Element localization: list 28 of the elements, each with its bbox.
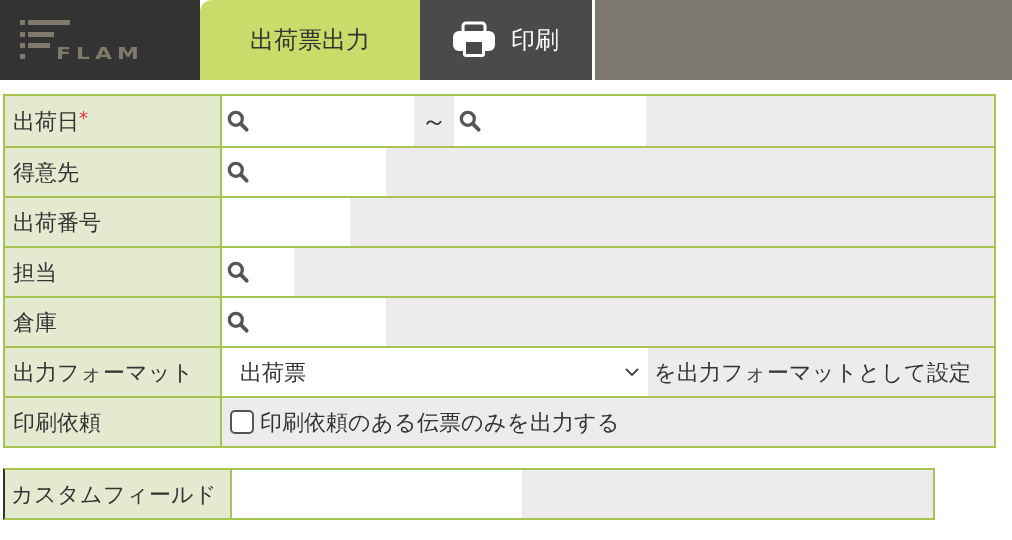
tab[interactable]: 出荷票出力 [200, 0, 420, 80]
field-label: 倉庫 [5, 298, 222, 346]
search-field[interactable] [222, 148, 386, 196]
search-icon [457, 108, 483, 134]
search-icon [225, 159, 251, 185]
format-select[interactable]: 出荷票 [222, 348, 648, 396]
search-field[interactable] [222, 96, 414, 146]
checkbox[interactable] [230, 410, 254, 434]
search-field[interactable] [222, 198, 350, 246]
field-label: 出力フォーマット [5, 348, 222, 396]
printer-icon [453, 21, 495, 59]
search-field[interactable] [222, 248, 294, 296]
format-suffix-text: を出力フォーマットとして設定 [654, 358, 971, 387]
logo-text: FLAM [56, 45, 144, 62]
search-field[interactable] [222, 298, 386, 346]
field-label: 出荷日* [5, 96, 222, 146]
required-mark: * [79, 106, 88, 130]
chevron-down-icon [624, 367, 640, 377]
print-button[interactable]: 印刷 [420, 0, 592, 80]
search-field[interactable] [454, 96, 646, 146]
field-label: 担当 [5, 248, 222, 296]
field-label: 得意先 [5, 148, 222, 196]
field-label: 印刷依頼 [5, 398, 222, 446]
field-label: 出荷番号 [5, 198, 222, 246]
range-separator: ～ [420, 104, 448, 138]
search-icon [225, 108, 251, 134]
search-icon [225, 259, 251, 285]
search-icon [225, 309, 251, 335]
